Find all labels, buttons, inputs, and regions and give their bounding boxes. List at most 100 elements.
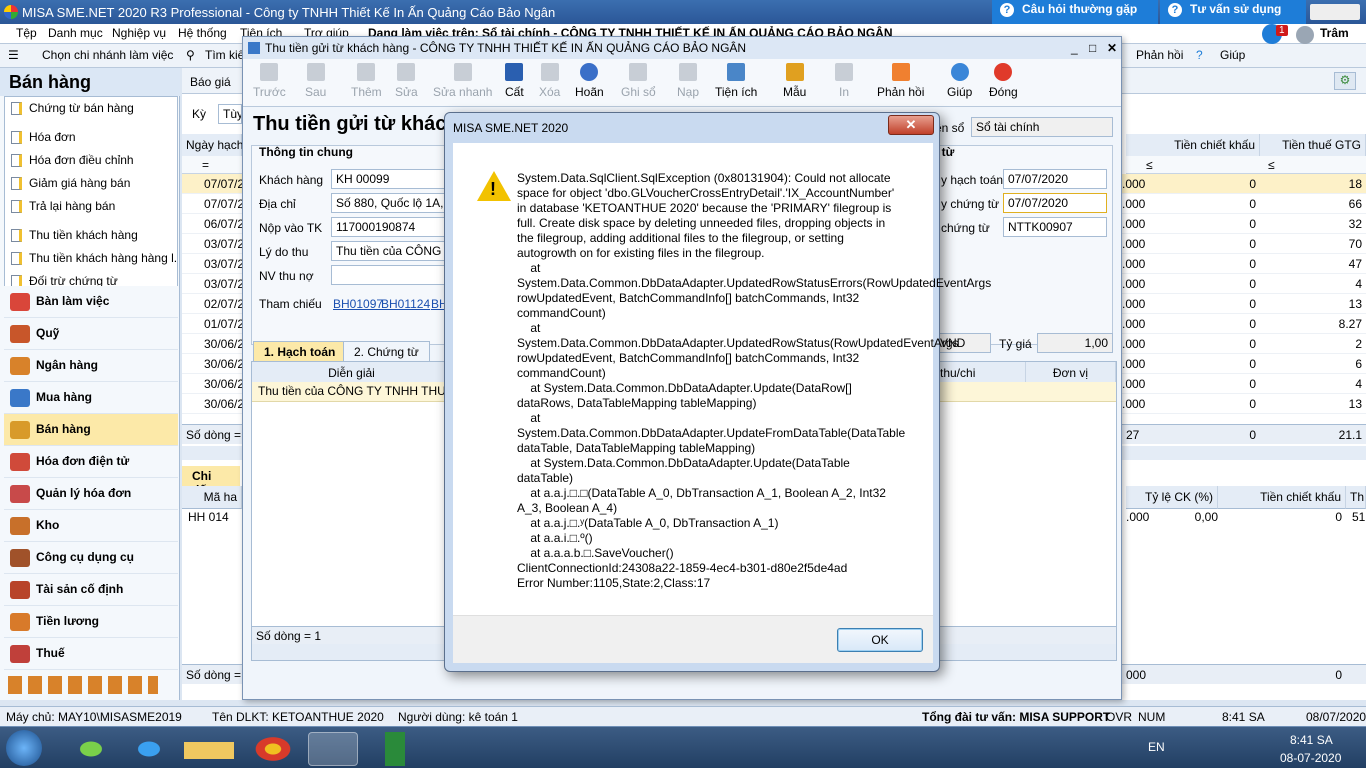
window-controls[interactable] — [1310, 4, 1360, 20]
module-bank[interactable]: Ngân hàng — [4, 350, 178, 382]
col-detail-th[interactable]: Th — [1346, 486, 1366, 509]
maximize-button[interactable]: □ — [1089, 37, 1096, 59]
filter-row-right[interactable]: ≤ ≤ — [1126, 156, 1366, 174]
row-vat: 18 — [1348, 177, 1362, 191]
template-icon — [785, 63, 804, 81]
user-name[interactable]: Trâm — [1320, 26, 1349, 40]
deposit-account-field[interactable]: 117000190874 — [331, 217, 451, 237]
module-desk[interactable]: Bàn làm việc — [4, 286, 178, 318]
utilities-button[interactable]: Tiện ích — [715, 63, 757, 99]
faq-button[interactable]: ? Câu hỏi thường gặp — [992, 0, 1158, 24]
mini-module-icons[interactable] — [8, 676, 158, 694]
post-date-field[interactable]: 07/07/2020 — [1003, 169, 1107, 189]
module-invoice-mgmt[interactable]: Quản lý hóa đơn — [4, 478, 178, 510]
close-button[interactable]: ✕ — [1107, 37, 1117, 59]
customer-field[interactable]: KH 00099 — [331, 169, 451, 189]
period-select[interactable]: Tùy — [218, 104, 242, 124]
tab-vouchers[interactable]: 2. Chứng từ — [343, 341, 430, 361]
reason-field[interactable]: Thu tiền của CÔNG T — [331, 241, 451, 261]
help-link[interactable]: Giúp — [1220, 48, 1245, 62]
search-link[interactable]: Tìm kiế — [205, 48, 244, 62]
reference-link[interactable]: BH01097 — [333, 297, 383, 311]
save-button[interactable]: Cất — [505, 63, 524, 99]
close-form-button[interactable]: Đóng — [989, 63, 1018, 99]
branch-selector[interactable]: Chọn chi nhánh làm việc — [42, 48, 173, 62]
tab-accounting[interactable]: 1. Hạch toán — [253, 341, 347, 361]
nav-sales-return[interactable]: Trả lại hàng bán — [5, 195, 177, 218]
explorer-icon[interactable] — [184, 732, 234, 766]
module-purchase[interactable]: Mua hàng — [4, 382, 178, 414]
add-button[interactable]: Thêm — [351, 63, 382, 99]
error-message: System.Data.SqlClient.SqlException (0x80… — [517, 171, 992, 590]
module-tax[interactable]: Thuế — [4, 638, 178, 670]
menu-catalog[interactable]: Danh mục — [48, 26, 103, 40]
clock-time[interactable]: 8:41 SA — [1290, 733, 1333, 747]
nav-sales-discount[interactable]: Giảm giá hàng bán — [5, 172, 177, 195]
row-discount: 0 — [1249, 377, 1256, 391]
undo-button[interactable]: Hoãn — [575, 63, 604, 99]
nav-customer-receipt[interactable]: Thu tiền khách hàng — [5, 224, 177, 247]
feedback-button[interactable]: Phản hồi — [877, 63, 924, 99]
nav-invoice[interactable]: Hóa đơn — [5, 126, 177, 149]
nav-customer-receipt-batch[interactable]: Thu tiền khách hàng hàng l... — [5, 247, 177, 270]
address-field[interactable]: Số 880, Quốc lộ 1A, K — [331, 193, 451, 213]
collector-field[interactable] — [331, 265, 451, 285]
quick-edit-button[interactable]: Sửa nhanh — [433, 63, 492, 99]
menu-system[interactable]: Hệ thống — [178, 26, 227, 40]
settings-gear-icon[interactable]: ⚙ — [1334, 72, 1356, 90]
ok-button[interactable]: OK — [837, 628, 923, 652]
menu-file[interactable]: Tệp — [16, 26, 37, 40]
col-item-code[interactable]: Mã ha — [182, 486, 242, 509]
col-detail-discount[interactable]: Tiền chiết khấu — [1218, 486, 1346, 509]
module-tools[interactable]: Công cụ dụng cụ — [4, 542, 178, 574]
col-discount[interactable]: Tiền chiết khấu — [1126, 134, 1260, 157]
chrome-icon[interactable] — [248, 732, 298, 766]
user-avatar[interactable] — [1296, 26, 1314, 44]
detail-tab[interactable]: Chi tiết — [182, 466, 240, 497]
reference-link[interactable]: BH01124 — [381, 297, 430, 311]
app-taskbar-icon[interactable] — [66, 732, 116, 766]
book-field[interactable]: Sổ tài chính — [971, 117, 1113, 137]
dialog-close-button[interactable]: ✕ — [888, 115, 934, 135]
nav-sales-voucher[interactable]: Chứng từ bán hàng — [5, 97, 177, 120]
col-vat[interactable]: Tiền thuế GTG — [1260, 134, 1366, 157]
next-button[interactable]: Sau — [305, 63, 326, 99]
quote-tab[interactable]: Báo giá — [190, 75, 231, 89]
col-discount-rate[interactable]: Tỷ lệ CK (%) — [1126, 486, 1218, 509]
template-button[interactable]: Mẫu — [783, 63, 806, 99]
language-indicator[interactable]: EN — [1148, 740, 1165, 754]
nav-label: Giảm giá hàng bán — [29, 176, 131, 190]
excel-icon[interactable] — [370, 732, 420, 766]
delete-button[interactable]: Xóa — [539, 63, 560, 99]
feedback-link[interactable]: Phản hồi — [1136, 48, 1183, 62]
col-post-date[interactable]: Ngày hạch — [182, 134, 243, 157]
doc-no-field[interactable]: NTTK00907 — [1003, 217, 1107, 237]
print-button[interactable]: In — [835, 63, 853, 99]
module-warehouse[interactable]: Kho — [4, 510, 178, 542]
detail-item-code[interactable]: HH 014 — [188, 510, 229, 524]
consult-button[interactable]: ? Tư vấn sử dụng — [1160, 0, 1306, 24]
filter-row[interactable]: = — [182, 156, 242, 174]
row-vat: 6 — [1355, 357, 1362, 371]
form-help-button[interactable]: Giúp — [947, 63, 972, 99]
doc-date-field[interactable]: 07/07/2020 — [1003, 193, 1107, 213]
nav-invoice-adjust[interactable]: Hóa đơn điều chỉnh — [5, 149, 177, 172]
rate-field[interactable]: 1,00 — [1037, 333, 1113, 353]
prev-button[interactable]: Trước — [253, 63, 286, 99]
minimize-button[interactable]: _ — [1071, 37, 1078, 59]
ie-icon[interactable] — [124, 732, 174, 766]
cash-icon — [10, 325, 30, 343]
post-button[interactable]: Ghi sổ — [621, 63, 656, 99]
misa-taskbar-icon[interactable] — [308, 732, 358, 766]
module-sales[interactable]: Bán hàng — [4, 414, 178, 446]
module-einvoice[interactable]: Hóa đơn điện tử — [4, 446, 178, 478]
load-button[interactable]: Nạp — [677, 63, 699, 99]
module-salary[interactable]: Tiền lương — [4, 606, 178, 638]
clock-date[interactable]: 08-07-2020 — [1280, 751, 1341, 765]
module-cash[interactable]: Quỹ — [4, 318, 178, 350]
start-button[interactable] — [6, 730, 42, 766]
module-assets[interactable]: Tài sản cố định — [4, 574, 178, 606]
edit-button[interactable]: Sửa — [395, 63, 418, 99]
nav-label: Thu tiền khách hàng — [29, 228, 138, 242]
menu-operations[interactable]: Nghiệp vụ — [112, 26, 166, 40]
